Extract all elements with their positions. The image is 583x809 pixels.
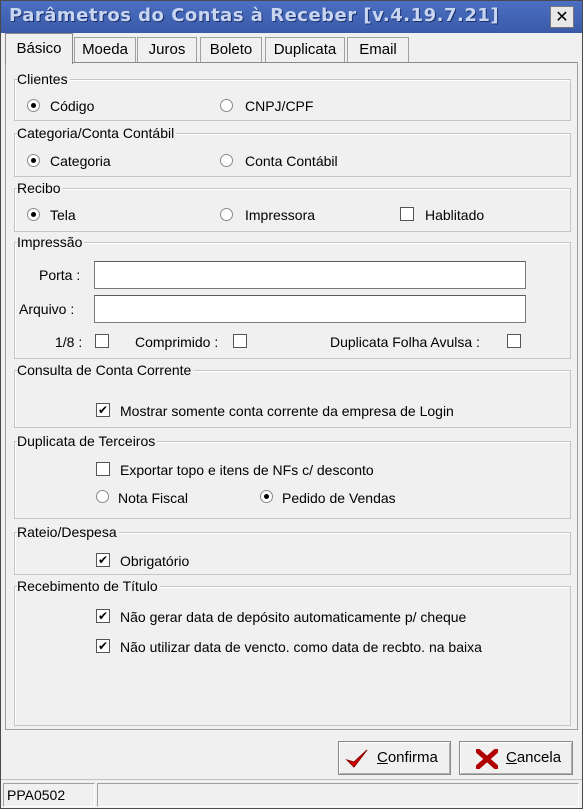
tab-label: Duplicata	[273, 41, 337, 58]
checkmark-icon	[345, 749, 368, 768]
group-title-impressao: Impressão	[17, 233, 85, 251]
dialog-window: Parâmetros do Contas à Receber [v.4.19.7…	[0, 0, 583, 809]
group-clientes: Clientes Código CNPJ/CPF	[14, 70, 571, 121]
tab-juros[interactable]: Juros	[137, 37, 197, 63]
tab-label: Email	[359, 41, 397, 58]
radio-label-nota-fiscal[interactable]: Nota Fiscal	[118, 489, 188, 507]
checkbox-comprimido[interactable]	[233, 334, 247, 348]
checkbox-label-mostrar-conta[interactable]: Mostrar somente conta corrente da empres…	[120, 402, 454, 420]
comprimido-label: Comprimido :	[135, 334, 219, 350]
group-impressao: Impressão Porta : Arquivo : 1/8 : Compri…	[14, 233, 571, 359]
radio-impressora[interactable]	[220, 208, 233, 221]
radio-cnpj-cpf[interactable]	[220, 99, 233, 112]
folha-avulsa-label: Duplicata Folha Avulsa :	[330, 334, 480, 350]
radio-label-codigo[interactable]: Código	[50, 97, 94, 115]
tab-email[interactable]: Email	[347, 37, 409, 63]
radio-codigo[interactable]	[27, 99, 40, 112]
tab-duplicata[interactable]: Duplicata	[265, 37, 345, 63]
checkbox-exportar[interactable]	[96, 462, 110, 476]
confirma-label: Confirma	[377, 749, 438, 766]
tab-boleto[interactable]: Boleto	[200, 37, 262, 63]
group-title-consulta: Consulta de Conta Corrente	[17, 361, 194, 379]
group-title-rateio: Rateio/Despesa	[17, 523, 119, 541]
group-rateio: Rateio/Despesa ✔ Obrigatório	[14, 523, 571, 575]
radio-label-impressora[interactable]: Impressora	[245, 206, 315, 224]
checkbox-label-nao-utilizar[interactable]: Não utilizar data de vencto. como data d…	[120, 638, 482, 656]
group-title-clientes: Clientes	[17, 70, 70, 88]
tab-strip: Básico Moeda Juros Boleto Duplicata Emai…	[1, 33, 582, 64]
checkbox-label-exportar[interactable]: Exportar topo e itens de NFs c/ desconto	[120, 461, 374, 479]
cancela-button[interactable]: Cancela	[459, 741, 573, 775]
group-title-recebimento: Recebimento de Título	[17, 577, 160, 595]
checkbox-habilitado[interactable]	[400, 207, 414, 221]
checkbox-label-habilitado[interactable]: Hablitado	[425, 206, 484, 224]
status-code: PPA0502	[3, 783, 95, 807]
radio-label-categoria[interactable]: Categoria	[50, 152, 111, 170]
checkbox-obrigatorio[interactable]: ✔	[96, 553, 110, 567]
window-title: Parâmetros do Contas à Receber [v.4.19.7…	[9, 5, 500, 26]
group-recibo: Recibo Tela Impressora Hablitado	[14, 179, 571, 232]
cancela-label: Cancela	[506, 749, 562, 766]
checkbox-label-obrigatorio[interactable]: Obrigatório	[120, 552, 189, 570]
checkbox-label-nao-gerar[interactable]: Não gerar data de depósito automaticamen…	[120, 608, 466, 626]
radio-label-pedido-vendas[interactable]: Pedido de Vendas	[282, 489, 396, 507]
checkbox-folha-avulsa[interactable]	[507, 334, 521, 348]
status-bar: PPA0502	[1, 779, 582, 808]
group-consulta: Consulta de Conta Corrente ✔ Mostrar som…	[14, 361, 571, 428]
radio-conta-contabil[interactable]	[220, 154, 233, 167]
confirma-button[interactable]: Confirma	[338, 741, 451, 775]
porta-input[interactable]	[94, 261, 526, 289]
title-bar[interactable]: Parâmetros do Contas à Receber [v.4.19.7…	[1, 1, 582, 33]
tab-label: Básico	[16, 40, 62, 57]
group-terceiros: Duplicata de Terceiros Exportar topo e i…	[14, 432, 571, 519]
arquivo-label: Arquivo :	[19, 301, 75, 317]
radio-label-conta-contabil[interactable]: Conta Contábil	[245, 152, 338, 170]
group-title-categoria: Categoria/Conta Contábil	[17, 124, 177, 142]
radio-pedido-vendas[interactable]	[260, 490, 273, 503]
radio-nota-fiscal[interactable]	[96, 490, 109, 503]
x-icon	[476, 749, 498, 769]
tab-label: Juros	[148, 41, 186, 58]
tab-label: Boleto	[209, 41, 253, 58]
group-categoria: Categoria/Conta Contábil Categoria Conta…	[14, 124, 571, 177]
radio-label-tela[interactable]: Tela	[50, 206, 76, 224]
arquivo-input[interactable]	[94, 295, 526, 323]
checkbox-mostrar-conta[interactable]: ✔	[96, 403, 110, 417]
tab-moeda[interactable]: Moeda	[74, 37, 136, 63]
status-message	[97, 783, 579, 807]
tab-basico[interactable]: Básico	[5, 33, 73, 64]
checkbox-nao-utilizar[interactable]: ✔	[96, 639, 110, 653]
group-title-terceiros: Duplicata de Terceiros	[17, 432, 158, 450]
tab-label: Moeda	[82, 41, 128, 58]
oitavo-label: 1/8 :	[55, 334, 83, 350]
group-recebimento: Recebimento de Título ✔ Não gerar data d…	[14, 577, 571, 726]
close-button[interactable]: ✕	[550, 6, 574, 28]
group-title-recibo: Recibo	[17, 179, 63, 197]
tab-panel-basico: Clientes Código CNPJ/CPF Categoria/Conta…	[5, 62, 578, 730]
radio-categoria[interactable]	[27, 154, 40, 167]
porta-label: Porta :	[39, 267, 81, 283]
radio-tela[interactable]	[27, 208, 40, 221]
checkbox-nao-gerar[interactable]: ✔	[96, 609, 110, 623]
checkbox-oitavo[interactable]	[95, 334, 109, 348]
close-icon: ✕	[555, 7, 569, 26]
radio-label-cnpj-cpf[interactable]: CNPJ/CPF	[245, 97, 313, 115]
